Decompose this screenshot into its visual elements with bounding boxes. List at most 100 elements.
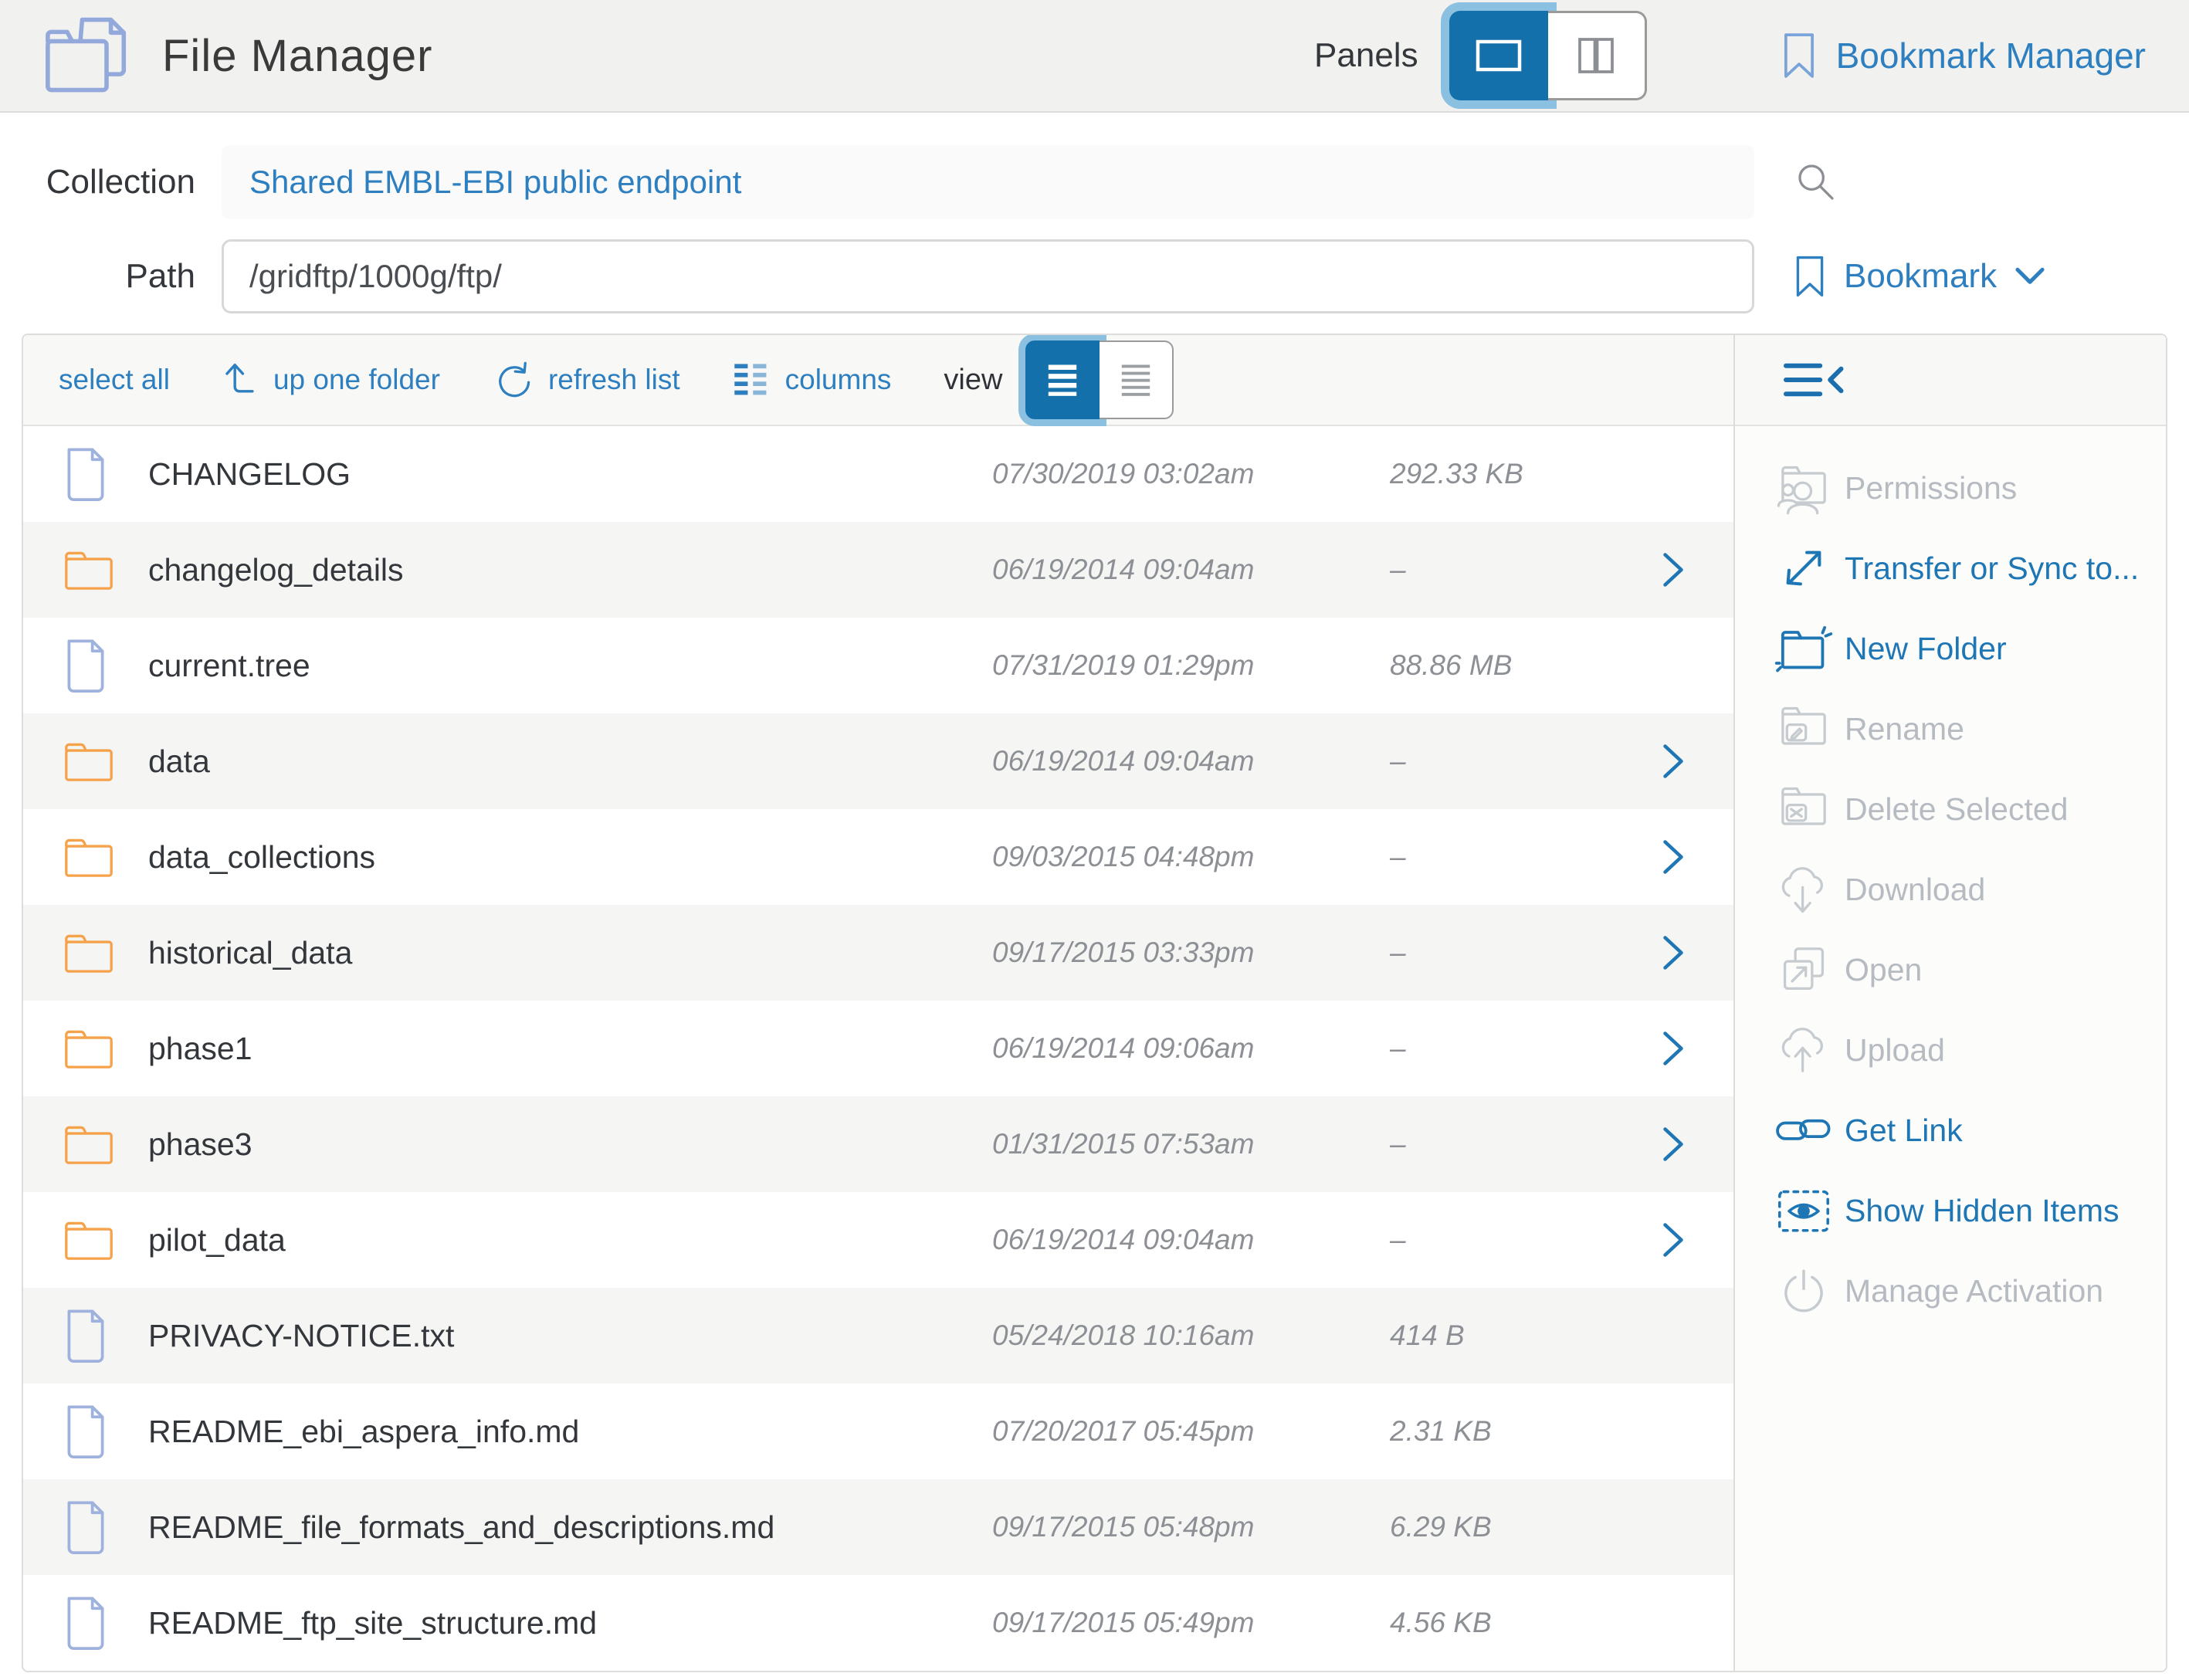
collection-row: Collection Shared EMBL-EBI public endpoi…	[22, 145, 2189, 219]
bookmark-icon	[1782, 31, 1816, 80]
sidebar-action-label: Get Link	[1845, 1113, 1963, 1149]
file-row-PRIVACY-NOTICE.txt[interactable]: PRIVACY-NOTICE.txt05/24/2018 10:16am414 …	[23, 1288, 1733, 1384]
compact-view-button[interactable]	[1100, 340, 1174, 419]
top-header: File Manager Panels	[0, 0, 2189, 113]
sidebar-action-upload: Upload	[1735, 1010, 2166, 1090]
file-name: current.tree	[148, 648, 992, 684]
view-toggle	[1025, 340, 1174, 419]
file-size: –	[1390, 937, 1660, 969]
panels-dual-button[interactable]	[1548, 11, 1647, 100]
view-label: view	[944, 364, 1002, 397]
folder-icon	[63, 739, 114, 784]
panels-toggle	[1449, 11, 1647, 100]
file-name: phase1	[148, 1031, 992, 1067]
file-row-data_collections[interactable]: data_collections09/03/2015 04:48pm–	[23, 809, 1733, 905]
columns-icon	[733, 362, 770, 398]
file-row-README_ebi_aspera_info.md[interactable]: README_ebi_aspera_info.md07/20/2017 05:4…	[23, 1384, 1733, 1479]
download-icon	[1774, 860, 1845, 919]
sidebar-action-permissions: Permissions	[1735, 448, 2166, 528]
collapse-sidebar-button[interactable]	[1783, 360, 1849, 400]
folder-icon	[63, 1122, 114, 1167]
file-row-phase1[interactable]: phase106/19/2014 09:06am–	[23, 1001, 1733, 1096]
file-row-README_file_formats_and_descriptions.md[interactable]: README_file_formats_and_descriptions.md0…	[23, 1479, 1733, 1575]
file-size: 414 B	[1390, 1319, 1660, 1352]
file-date: 05/24/2018 10:16am	[992, 1319, 1390, 1352]
file-row-data[interactable]: data06/19/2014 09:04am–	[23, 713, 1733, 809]
single-panel-icon	[1471, 33, 1527, 78]
brand: File Manager	[43, 15, 432, 96]
file-size: –	[1390, 554, 1660, 586]
select-all-button[interactable]: select all	[59, 364, 170, 396]
open-folder-chevron[interactable]	[1660, 1030, 1733, 1067]
refresh-list-button[interactable]: refresh list	[493, 360, 680, 400]
sidebar-action-label: Delete Selected	[1845, 791, 2068, 828]
sidebar-action-open: Open	[1735, 930, 2166, 1010]
file-date: 01/31/2015 07:53am	[992, 1128, 1390, 1160]
file-row-phase3[interactable]: phase301/31/2015 07:53am–	[23, 1096, 1733, 1192]
file-row-changelog_details[interactable]: changelog_details06/19/2014 09:04am–	[23, 522, 1733, 618]
file-name: CHANGELOG	[148, 456, 992, 493]
sidebar-action-transfer-or-sync-to[interactable]: Transfer or Sync to...	[1735, 528, 2166, 608]
sidebar-action-delete-selected: Delete Selected	[1735, 769, 2166, 849]
open-icon	[1774, 940, 1845, 999]
file-size: 2.31 KB	[1390, 1415, 1660, 1448]
file-row-current.tree[interactable]: current.tree07/31/2019 01:29pm88.86 MB	[23, 618, 1733, 713]
search-icon	[1794, 161, 1838, 204]
open-folder-chevron[interactable]	[1660, 743, 1733, 780]
search-button[interactable]	[1794, 161, 1838, 204]
endpoint-fields: Collection Shared EMBL-EBI public endpoi…	[0, 113, 2189, 313]
bookmark-dropdown[interactable]: Bookmark	[1794, 254, 2045, 299]
open-folder-chevron[interactable]	[1660, 551, 1733, 588]
actions-sidebar: Permissions Transfer or Sync to... New F…	[1733, 335, 2166, 1671]
file-row-historical_data[interactable]: historical_data09/17/2015 03:33pm–	[23, 905, 1733, 1001]
sidebar-action-label: Manage Activation	[1845, 1273, 2103, 1309]
file-size: –	[1390, 1032, 1660, 1065]
page-title: File Manager	[162, 30, 432, 82]
sidebar-action-label: Show Hidden Items	[1845, 1193, 2120, 1229]
up-one-folder-button[interactable]: up one folder	[222, 361, 440, 399]
open-folder-chevron[interactable]	[1660, 934, 1733, 971]
top-right-controls: Panels Bookmark Manager	[1314, 11, 2146, 100]
file-row-README_ftp_site_structure.md[interactable]: README_ftp_site_structure.md09/17/2015 0…	[23, 1575, 1733, 1671]
file-row-pilot_data[interactable]: pilot_data06/19/2014 09:04am–	[23, 1192, 1733, 1288]
open-folder-chevron[interactable]	[1660, 1126, 1733, 1163]
columns-button[interactable]: columns	[733, 362, 892, 398]
file-name: README_ebi_aspera_info.md	[148, 1414, 992, 1450]
upload-icon	[1774, 1021, 1845, 1079]
file-date: 06/19/2014 09:04am	[992, 1224, 1390, 1256]
panels-single-button[interactable]	[1449, 11, 1548, 100]
file-row-CHANGELOG[interactable]: CHANGELOG07/30/2019 03:02am292.33 KB	[23, 426, 1733, 522]
bookmark-manager-button[interactable]: Bookmark Manager	[1782, 31, 2146, 80]
file-name: historical_data	[148, 935, 992, 971]
file-date: 06/19/2014 09:04am	[992, 745, 1390, 777]
path-label: Path	[22, 257, 195, 296]
list-view-button[interactable]	[1025, 340, 1100, 419]
folder-icon	[63, 547, 114, 592]
sidebar-action-show-hidden-items[interactable]: Show Hidden Items	[1735, 1170, 2166, 1251]
file-list: CHANGELOG07/30/2019 03:02am292.33 KB cha…	[23, 426, 1733, 1671]
path-input[interactable]	[222, 239, 1754, 313]
list-toolbar: select all up one folder	[23, 335, 1733, 426]
sidebar-action-download: Download	[1735, 849, 2166, 930]
show-hidden-icon	[1774, 1181, 1845, 1240]
sidebar-actions-list: Permissions Transfer or Sync to... New F…	[1735, 448, 2166, 1331]
file-size: 292.33 KB	[1390, 458, 1660, 490]
folder-icon	[63, 930, 114, 975]
file-date: 09/17/2015 05:48pm	[992, 1511, 1390, 1543]
sidebar-action-new-folder[interactable]: New Folder	[1735, 608, 2166, 689]
sidebar-action-manage-activation: Manage Activation	[1735, 1251, 2166, 1331]
file-list-pane: select all up one folder	[23, 335, 1733, 1671]
path-row: Path Bookmark	[22, 239, 2189, 313]
list-view-icon	[1042, 360, 1083, 400]
open-folder-chevron[interactable]	[1660, 1221, 1733, 1258]
file-size: –	[1390, 1128, 1660, 1160]
open-folder-chevron[interactable]	[1660, 838, 1733, 876]
file-name: README_file_formats_and_descriptions.md	[148, 1509, 992, 1546]
file-name: phase3	[148, 1126, 992, 1163]
compact-view-icon	[1116, 360, 1156, 400]
collection-input[interactable]: Shared EMBL-EBI public endpoint	[222, 145, 1754, 219]
dual-panel-icon	[1568, 33, 1624, 78]
folder-icon	[63, 1218, 114, 1262]
transfer-icon	[1774, 539, 1845, 598]
sidebar-action-get-link[interactable]: Get Link	[1735, 1090, 2166, 1170]
